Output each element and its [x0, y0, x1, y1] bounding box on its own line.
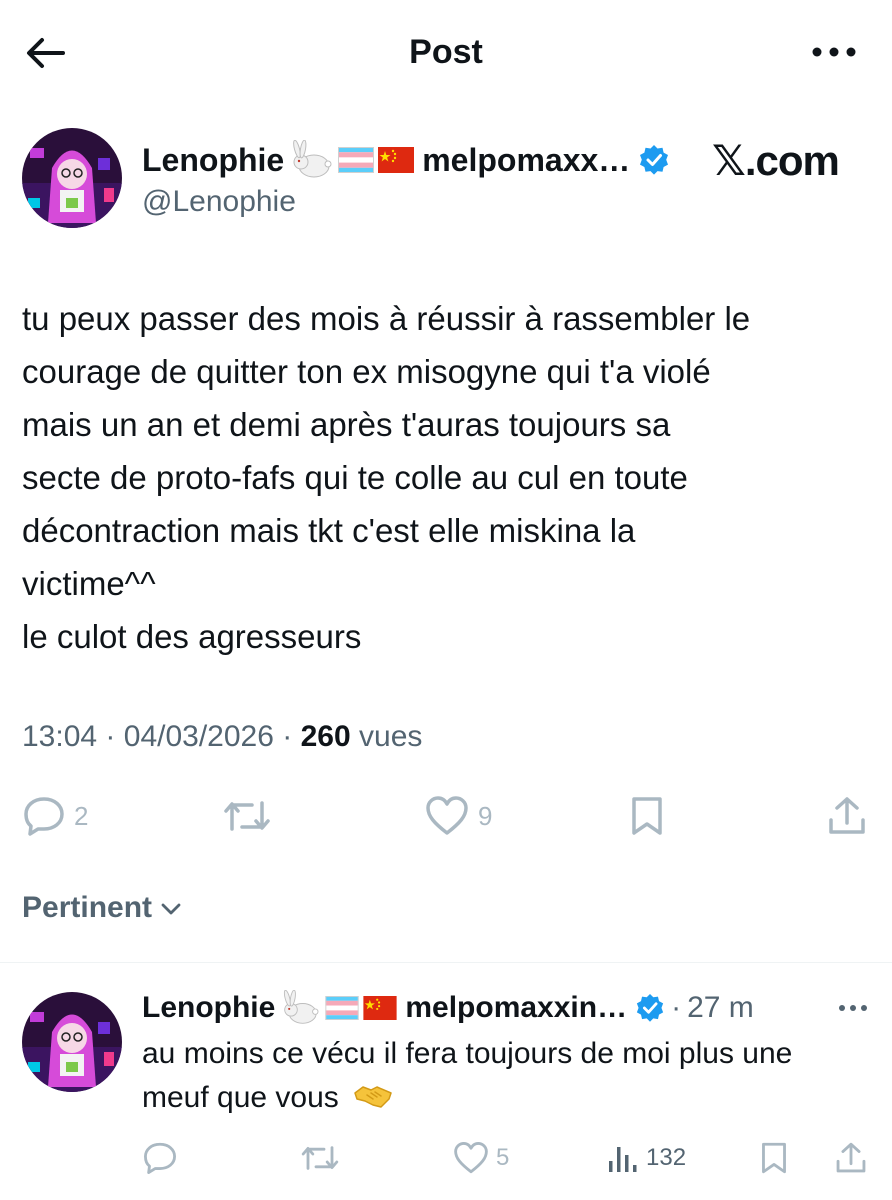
- avatar-image: [22, 128, 122, 228]
- reply-bookmark-button[interactable]: [758, 1138, 790, 1178]
- user-handle[interactable]: @Lenophie: [142, 182, 296, 222]
- x-com-watermark: 𝕏.com: [712, 137, 840, 184]
- display-name[interactable]: Lenophie: [142, 138, 284, 182]
- post-text: tu peux passer des mois à réussir à rass…: [22, 300, 751, 655]
- handshake-emoji-icon: [354, 1086, 392, 1108]
- reply-display-name-suffix[interactable]: melpomaxxin…: [405, 991, 627, 1025]
- reply-count: 2: [74, 801, 89, 831]
- bookmark-button[interactable]: [628, 794, 666, 838]
- share-icon: [829, 797, 865, 834]
- reply-display-name[interactable]: Lenophie: [142, 991, 275, 1025]
- reply-views-button[interactable]: 132: [606, 1138, 686, 1178]
- chevron-down-icon: [161, 903, 181, 915]
- post-date: 04/03/2026: [123, 720, 274, 753]
- reply-author-row: Lenophie melpomaxxin… · 27 m: [142, 986, 754, 1030]
- reply-avatar[interactable]: [22, 992, 122, 1092]
- display-name-suffix[interactable]: melpomaxx…: [422, 138, 630, 182]
- views-chart-icon: [609, 1147, 637, 1172]
- reply-text-content: au moins ce vécu il fera toujours de moi…: [142, 1037, 793, 1114]
- sort-dropdown[interactable]: Pertinent: [22, 886, 184, 930]
- share-button[interactable]: [826, 794, 868, 838]
- bookmark-icon: [762, 1142, 786, 1174]
- sort-label: Pertinent: [22, 891, 153, 924]
- transgender-flag-icon: [338, 147, 375, 173]
- china-flag-icon: [378, 147, 415, 173]
- verified-badge-icon: [635, 993, 665, 1023]
- reply-views-count: 132: [646, 1144, 687, 1171]
- divider: [0, 962, 892, 963]
- reply-text: au moins ce vécu il fera toujours de moi…: [142, 1032, 862, 1120]
- reply-like-count: 5: [496, 1144, 510, 1171]
- like-button[interactable]: 9: [424, 794, 492, 838]
- reply-time-separator: ·: [671, 991, 682, 1024]
- repost-button[interactable]: [222, 794, 272, 838]
- reply-time[interactable]: 27 m: [687, 991, 754, 1025]
- reply-icon: [144, 1142, 176, 1174]
- post-meta: 13:04 · 04/03/2026 · 260 vues: [22, 716, 422, 758]
- avatar-image: [22, 992, 122, 1092]
- reply-repost-button[interactable]: [300, 1138, 340, 1178]
- reply-icon: [24, 797, 64, 836]
- more-options-button[interactable]: [804, 30, 864, 74]
- top-bar: Post: [0, 0, 892, 105]
- more-icon: [812, 47, 856, 57]
- repost-icon: [301, 1146, 339, 1170]
- author-row: Lenophie melpomaxx…: [142, 138, 670, 182]
- like-count: 9: [478, 801, 493, 831]
- reply-more-button[interactable]: [828, 988, 878, 1028]
- reply-button[interactable]: 2: [22, 794, 88, 838]
- like-icon: [426, 796, 468, 835]
- bookmark-icon: [632, 797, 662, 835]
- rabbit-emoji-icon: [288, 140, 334, 180]
- reply-reply-button[interactable]: [142, 1138, 178, 1178]
- transgender-flag-icon: [325, 996, 359, 1020]
- avatar[interactable]: [22, 128, 122, 228]
- views-label: vues: [359, 720, 423, 753]
- share-icon: [836, 1142, 866, 1173]
- repost-icon: [224, 801, 270, 831]
- reply-like-button[interactable]: 5: [452, 1138, 509, 1178]
- meta-separator: ·: [282, 720, 293, 753]
- rabbit-emoji-icon: [279, 990, 321, 1026]
- like-icon: [454, 1142, 488, 1174]
- reply-share-button[interactable]: [834, 1138, 868, 1178]
- meta-separator: ·: [105, 720, 116, 753]
- china-flag-icon: [363, 996, 397, 1020]
- verified-badge-icon: [638, 144, 670, 176]
- views-count: 260: [300, 720, 351, 753]
- post-time: 13:04: [22, 720, 98, 753]
- more-icon: [839, 1005, 867, 1011]
- page-title: Post: [409, 33, 483, 71]
